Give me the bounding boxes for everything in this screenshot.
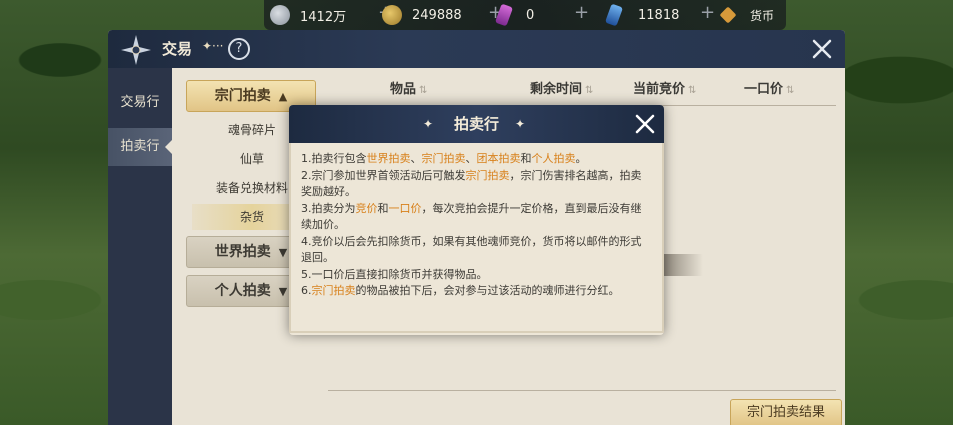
add-currency-button[interactable]: + xyxy=(574,2,589,23)
add-currency-button[interactable]: + xyxy=(700,2,715,23)
currency-value: 0 xyxy=(526,7,535,23)
close-icon[interactable] xyxy=(811,38,833,60)
dialog-header: 拍卖行 ✦ ✦ xyxy=(289,105,664,143)
sort-icon: ⇅ xyxy=(585,85,594,96)
chevron-down-icon: ▼ xyxy=(278,246,288,259)
sparkle-icon: ✦ xyxy=(515,117,526,131)
column-label: 当前竞价 xyxy=(633,82,686,97)
column-current-bid[interactable]: 当前竞价 ⇅ xyxy=(633,78,696,97)
rule-text: 。 xyxy=(575,152,587,165)
list-row-shadow xyxy=(663,254,703,276)
category-label: 个人拍卖 xyxy=(214,283,271,299)
clan-auction-result-button[interactable]: 宗门拍卖结果 xyxy=(730,399,842,425)
rule-text: 6. xyxy=(301,284,312,297)
purple-crystal-icon xyxy=(494,3,514,27)
highlight-term: 世界拍卖 xyxy=(366,152,411,165)
rule-text: 和 xyxy=(377,201,389,215)
left-nav: 交易行 拍卖行 xyxy=(108,68,172,425)
dialog-title: 拍卖行 xyxy=(453,115,499,133)
rule-line: 6.宗门拍卖的物品被拍下后，会对参与过该活动的魂师进行分红。 xyxy=(301,283,651,300)
rule-text: 2.宗门参加世界首领活动后可触发 xyxy=(301,168,466,182)
close-icon[interactable] xyxy=(634,113,656,135)
currency-value: 249888 xyxy=(412,7,462,23)
rule-text: 和 xyxy=(520,152,532,165)
currency-silver: 1412万 + xyxy=(270,2,393,26)
blue-crystal-icon xyxy=(604,3,624,27)
rule-line: 1.拍卖行包含世界拍卖、宗门拍卖、团本拍卖和个人拍卖。 xyxy=(301,151,651,168)
rule-text: 、 xyxy=(410,152,422,165)
category-label: 宗门拍卖 xyxy=(214,88,271,104)
currency-bar: 1412万 + 249888 + 0 + 11818 + 货币 xyxy=(264,0,786,30)
highlight-term: 个人拍卖 xyxy=(531,152,576,165)
sort-icon: ⇅ xyxy=(786,85,795,96)
rule-text: 4.竞价以后会先扣除货币，如果有其他魂师竞价，货币将以邮件的形式退回。 xyxy=(301,234,642,265)
window-header: 交易 ✦··· ? xyxy=(108,30,845,68)
auction-info-dialog: 拍卖行 ✦ ✦ 1.拍卖行包含世界拍卖、宗门拍卖、团本拍卖和个人拍卖。 2.宗门参… xyxy=(289,105,664,335)
category-label: 世界拍卖 xyxy=(214,244,271,260)
silver-coin-icon xyxy=(270,5,290,25)
rule-line: 3.拍卖分为竞价和一口价，每次竞拍会提升一定价格，直到最后没有继续加价。 xyxy=(301,201,651,234)
chevron-up-icon: ▲ xyxy=(278,90,288,103)
rule-text: 的物品被拍下后，会对参与过该活动的魂师进行分红。 xyxy=(355,284,620,297)
currency-gold: 249888 + xyxy=(382,2,503,26)
hexagon-currency-icon xyxy=(719,6,737,24)
highlight-term: 竞价 xyxy=(355,201,378,215)
dialog-rules-text: 1.拍卖行包含世界拍卖、宗门拍卖、团本拍卖和个人拍卖。 2.宗门参加世界首领活动后… xyxy=(301,151,651,300)
highlight-term: 宗门拍卖 xyxy=(465,168,510,182)
highlight-term: 宗门拍卖 xyxy=(311,284,356,297)
highlight-term: 宗门拍卖 xyxy=(421,152,466,165)
nav-item-trading[interactable]: 交易行 xyxy=(108,84,172,122)
rule-line: 2.宗门参加世界首领活动后可触发宗门拍卖，宗门伤害排名越高，拍卖奖励越好。 xyxy=(301,168,651,201)
column-label: 剩余时间 xyxy=(530,82,583,97)
rule-line: 4.竞价以后会先扣除货币，如果有其他魂师竞价，货币将以邮件的形式退回。 xyxy=(301,234,651,267)
rule-line: 5.一口价后直接扣除货币并获得物品。 xyxy=(301,267,651,284)
column-remaining-time[interactable]: 剩余时间 ⇅ xyxy=(530,78,593,97)
highlight-term: 团本拍卖 xyxy=(476,152,521,165)
currency-value: 1412万 xyxy=(300,9,347,25)
column-label: 一口价 xyxy=(744,82,784,97)
column-label: 物品 xyxy=(390,82,417,97)
rule-text: 、 xyxy=(465,152,477,165)
column-item[interactable]: 物品 ⇅ xyxy=(390,78,427,97)
currency-value: 11818 xyxy=(638,7,680,23)
gold-coin-icon xyxy=(382,5,402,25)
active-notch xyxy=(165,140,172,154)
nav-item-auction[interactable]: 拍卖行 xyxy=(108,128,172,166)
currency-label: 货币 xyxy=(750,8,775,23)
currency-generic: 货币 xyxy=(719,4,775,26)
footer-divider xyxy=(328,390,836,391)
compass-star-icon xyxy=(121,35,151,65)
currency-blue-crystal: 11818 + xyxy=(604,2,715,27)
currency-purple-crystal: 0 + xyxy=(494,2,589,27)
sort-icon: ⇅ xyxy=(688,85,697,96)
chevron-down-icon: ▼ xyxy=(278,285,288,298)
sort-icon: ⇅ xyxy=(419,85,428,96)
rule-text: 1.拍卖行包含 xyxy=(301,152,367,165)
rule-text: 3.拍卖分为 xyxy=(301,201,356,215)
nav-item-label: 拍卖行 xyxy=(120,139,160,154)
column-buyout[interactable]: 一口价 ⇅ xyxy=(744,78,794,97)
title-ornament: ✦··· xyxy=(202,39,224,53)
sparkle-icon: ✦ xyxy=(423,117,434,131)
window-title: 交易 xyxy=(162,40,193,58)
rule-text: 5.一口价后直接扣除货币并获得物品。 xyxy=(301,267,488,281)
highlight-term: 一口价 xyxy=(388,201,422,215)
help-button[interactable]: ? xyxy=(228,38,250,60)
